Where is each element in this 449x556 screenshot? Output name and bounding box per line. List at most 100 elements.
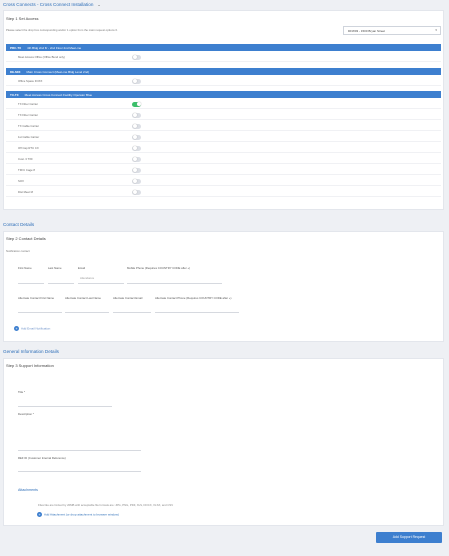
toggle-switch[interactable] bbox=[132, 113, 141, 118]
section-title-general-info: General Information Details bbox=[3, 349, 59, 354]
mobile-phone-label: Mobile Phone (Requires COUNTRY CODE afte… bbox=[127, 266, 191, 270]
alt-last-name-label: Alternate Contact Last Name bbox=[65, 296, 101, 300]
title-input[interactable] bbox=[18, 406, 112, 407]
toggle-switch[interactable] bbox=[132, 190, 141, 195]
list-item: TFFC Cage 8 bbox=[6, 166, 441, 175]
step3-title: Step 3 Support Information bbox=[6, 363, 54, 368]
attachments-hint: Files like are limited by 20MB with acce… bbox=[38, 503, 174, 507]
list-item: 1st Cable Carrier bbox=[6, 133, 441, 142]
toggle-knob bbox=[132, 79, 137, 84]
item-label: TFFC Cage 8 bbox=[18, 168, 35, 172]
ref-id-label: REF ID (Customer Internal Reference) bbox=[18, 456, 66, 460]
toggle-knob bbox=[132, 190, 137, 195]
group-desc: Main Cross Connect (Meet-me Bldg Level 2… bbox=[26, 70, 90, 74]
section-title-cross-connects[interactable]: Cross Connects - Cross Connect Installat… bbox=[3, 2, 101, 7]
toggle-knob bbox=[132, 124, 137, 129]
add-attachment-label: Add Attachment (or drop attachment to br… bbox=[44, 512, 119, 517]
item-label: TX Cable Carrier bbox=[18, 124, 39, 128]
toggle-switch[interactable] bbox=[132, 124, 141, 129]
list-item: TX Fiber Carrier bbox=[6, 100, 441, 109]
toggle-switch[interactable] bbox=[132, 168, 141, 173]
location-dropdown[interactable]: DFW03 - 1500 Bryan Street ▾ bbox=[343, 26, 441, 35]
group-code: PRC-TX bbox=[10, 46, 22, 50]
alt-first-name-input[interactable] bbox=[18, 312, 62, 313]
item-label: Off Cap RTU CX bbox=[18, 146, 39, 150]
list-item: Dist Meet M bbox=[6, 188, 441, 197]
toggle-knob bbox=[132, 179, 137, 184]
plus-icon: + bbox=[37, 512, 42, 517]
first-name-input[interactable] bbox=[18, 283, 44, 284]
toggle-knob bbox=[132, 55, 137, 60]
alt-email-label: Alternate Contact Email bbox=[113, 296, 143, 300]
toggle-switch[interactable] bbox=[132, 157, 141, 162]
ref-id-input[interactable] bbox=[18, 471, 141, 472]
item-label: TX Fiber Carrier bbox=[18, 102, 39, 106]
contact-card bbox=[3, 231, 444, 342]
toggle-switch[interactable] bbox=[132, 179, 141, 184]
step1-hint: Please select the drop box corresponding… bbox=[6, 28, 118, 32]
item-label: Meet Access Office (Office Bund only) bbox=[18, 55, 65, 59]
section-title-contact-details: Contact Details bbox=[3, 222, 35, 227]
attachments-title: Attachments bbox=[18, 488, 38, 492]
item-label: TX Fiber Carrier bbox=[18, 113, 39, 117]
group-bar-2[interactable]: DE-MIX Main Cross Connect (Meet-me Bldg L… bbox=[6, 68, 441, 75]
item-label: Cust. 3 TXF bbox=[18, 157, 33, 161]
alt-email-input[interactable] bbox=[113, 312, 151, 313]
list-item: TX Cable Carrier bbox=[6, 122, 441, 131]
first-name-label: First Name bbox=[18, 266, 32, 270]
chevron-down-icon: ▾ bbox=[435, 28, 437, 32]
item-label: 1st Cable Carrier bbox=[18, 135, 40, 139]
group-desc: Meet Access Cross Connect Facility Opera… bbox=[24, 93, 93, 97]
add-email-notification-link[interactable]: + Add Email Notification bbox=[14, 326, 50, 331]
list-item: SOX bbox=[6, 177, 441, 186]
item-label: Dist Meet M bbox=[18, 190, 33, 194]
alt-last-name-input[interactable] bbox=[65, 312, 109, 313]
last-name-input[interactable] bbox=[48, 283, 74, 284]
list-item: Meet Access Office (Office Bund only) bbox=[6, 53, 441, 62]
toggle-knob bbox=[132, 135, 137, 140]
last-name-label: Last Name bbox=[48, 266, 62, 270]
group-bar-1[interactable]: PRC-TX 4th Bldg 2nd flr - 2nd Floor 2nd M… bbox=[6, 44, 441, 51]
step1-title: Step 1 Set Access bbox=[6, 16, 39, 21]
add-support-request-button[interactable]: Add Support Request bbox=[376, 532, 442, 543]
toggle-knob bbox=[136, 102, 141, 107]
list-item: Off Cap RTU CX bbox=[6, 144, 441, 153]
plus-icon: + bbox=[14, 326, 19, 331]
toggle-switch[interactable] bbox=[132, 55, 141, 60]
group-desc: 4th Bldg 2nd flr - 2nd Floor 2nd Meet-me bbox=[27, 46, 82, 50]
list-item: TX Fiber Carrier bbox=[6, 111, 441, 120]
group-bar-3[interactable]: TX-TX Meet Access Cross Connect Facility … bbox=[6, 91, 441, 98]
group-code: DE-MIX bbox=[10, 70, 21, 74]
toggle-switch[interactable] bbox=[132, 146, 141, 151]
add-email-notification-label: Add Email Notification bbox=[21, 326, 51, 331]
email-label: Email bbox=[78, 266, 85, 270]
step2-title: Step 2 Contact Details bbox=[6, 236, 46, 241]
section-title-text: Cross Connects - Cross Connect Installat… bbox=[3, 2, 94, 7]
toggle-switch[interactable] bbox=[132, 135, 141, 140]
description-label: Description * bbox=[18, 412, 34, 416]
email-placeholder: Attendance bbox=[80, 276, 95, 280]
title-label: Title * bbox=[18, 390, 26, 394]
toggle-knob bbox=[132, 113, 137, 118]
item-label: Office Space FOXX bbox=[18, 79, 43, 83]
step2-hint: Notification contact bbox=[6, 249, 30, 253]
page: Cross Connects - Cross Connect Installat… bbox=[0, 0, 449, 556]
chevron-down-icon[interactable]: ⌄ bbox=[97, 2, 100, 7]
alt-phone-label: Alternate Contact Phone (Requires COUNTR… bbox=[155, 296, 232, 300]
toggle-switch[interactable] bbox=[132, 102, 141, 107]
email-input[interactable] bbox=[78, 283, 124, 284]
alt-first-name-label: Alternate Contact First Name bbox=[18, 296, 55, 300]
group-code: TX-TX bbox=[10, 93, 19, 97]
description-textarea[interactable] bbox=[18, 420, 141, 451]
location-dropdown-value: DFW03 - 1500 Bryan Street bbox=[348, 29, 386, 33]
list-item: Cust. 3 TXF bbox=[6, 155, 441, 164]
alt-phone-input[interactable] bbox=[155, 312, 239, 313]
toggle-knob bbox=[132, 157, 137, 162]
list-item: Office Space FOXX bbox=[6, 77, 441, 86]
toggle-switch[interactable] bbox=[132, 79, 141, 84]
toggle-knob bbox=[132, 168, 137, 173]
item-label: SOX bbox=[18, 179, 24, 183]
mobile-phone-input[interactable] bbox=[127, 283, 222, 284]
toggle-knob bbox=[132, 146, 137, 151]
add-attachment-link[interactable]: + Add Attachment (or drop attachment to b… bbox=[37, 512, 119, 517]
